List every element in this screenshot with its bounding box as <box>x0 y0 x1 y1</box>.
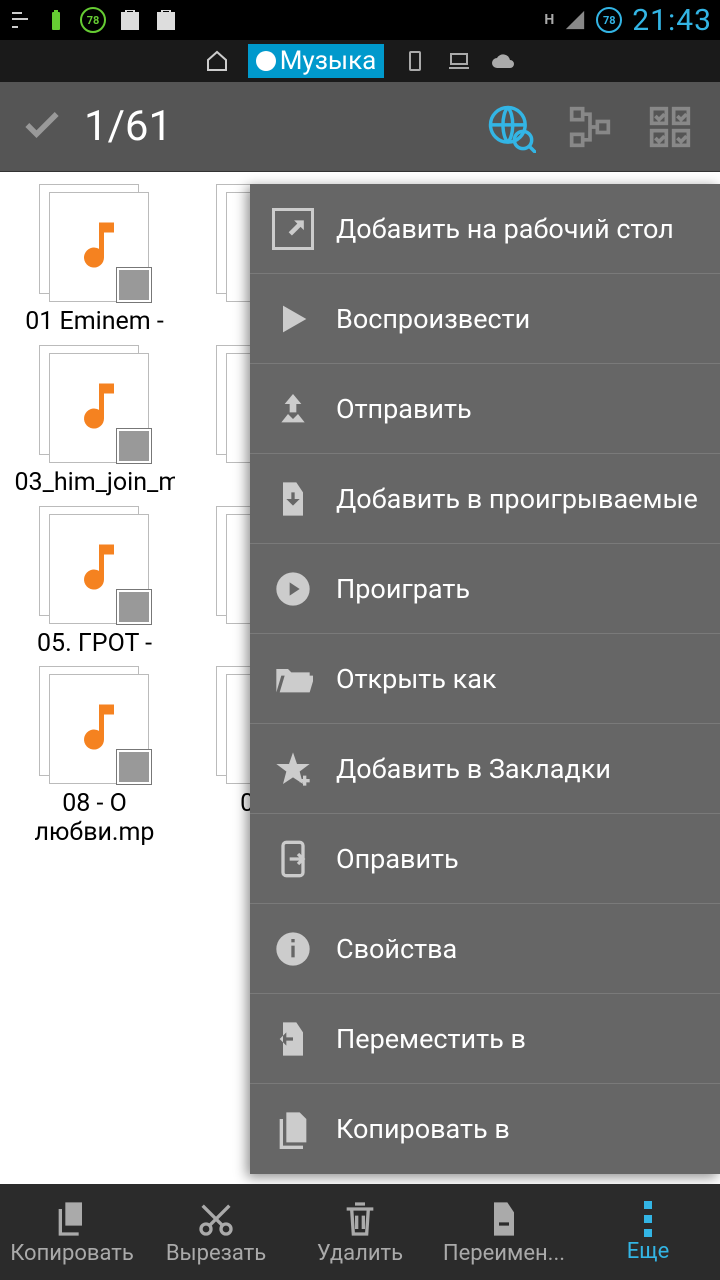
cut-label: Вырезать <box>166 1241 266 1266</box>
menu-label: Добавить в Закладки <box>336 753 611 785</box>
menu-label: Добавить в проигрываемые <box>336 483 698 515</box>
rename-icon <box>484 1199 524 1239</box>
share-icon <box>272 388 314 430</box>
tab-music[interactable]: Музыка <box>248 44 385 78</box>
menu-bookmark[interactable]: Добавить в Закладки <box>250 724 720 814</box>
bottom-toolbar: Копировать Вырезать Удалить Переимен... … <box>0 1184 720 1280</box>
home-icon[interactable] <box>204 48 230 74</box>
menu-properties[interactable]: Свойства <box>250 904 720 994</box>
menu-label: Воспроизвести <box>336 303 530 335</box>
copy-button[interactable]: Копировать <box>0 1184 144 1280</box>
star-add-icon <box>272 748 314 790</box>
menu-label: Переместить в <box>336 1023 526 1055</box>
file-thumb <box>35 184 155 304</box>
confirm-selection-icon[interactable] <box>20 103 64 151</box>
selection-box-icon <box>117 268 151 302</box>
file-thumb <box>35 506 155 626</box>
more-button[interactable]: Еще <box>576 1184 720 1280</box>
status-bar: 78 H 78 21:43 <box>0 0 720 40</box>
play-icon <box>272 298 314 340</box>
cut-icon <box>196 1199 236 1239</box>
rename-label: Переимен... <box>443 1241 565 1266</box>
menu-label: Оправить <box>336 843 459 875</box>
menu-add-to-playlist[interactable]: Добавить в проигрываемые <box>250 454 720 544</box>
network-type: H <box>544 12 554 28</box>
signal-icon <box>564 9 586 31</box>
trash-icon <box>340 1199 380 1239</box>
status-badge-1: 78 <box>80 7 106 33</box>
file-thumb <box>35 345 155 465</box>
menu-label: Открыть как <box>336 663 497 695</box>
selection-box-icon <box>117 750 151 784</box>
delete-label: Удалить <box>317 1241 403 1266</box>
tab-music-label: Музыка <box>280 46 377 76</box>
music-indicator-icon <box>256 51 276 71</box>
file-item[interactable]: 01 Eminem - <box>8 184 181 337</box>
add-playlist-icon <box>272 478 314 520</box>
menu-send-to[interactable]: Оправить <box>250 814 720 904</box>
play-circle-icon <box>272 568 314 610</box>
menu-open-as[interactable]: Открыть как <box>250 634 720 724</box>
status-icon-bag <box>118 8 142 32</box>
menu-label: Копировать в <box>336 1113 510 1145</box>
copy-to-icon <box>272 1108 314 1150</box>
status-badge-2: 78 <box>596 7 622 33</box>
copy-icon <box>52 1199 92 1239</box>
device-icon[interactable] <box>402 48 428 74</box>
info-icon <box>272 928 314 970</box>
file-item[interactable]: 05. ГРОТ - <box>8 506 181 659</box>
menu-label: Отправить <box>336 393 472 425</box>
menu-play-with[interactable]: Проиграть <box>250 544 720 634</box>
selection-bar: 1/61 <box>0 82 720 172</box>
file-item[interactable]: 03_him_join_me_in_ <box>8 345 181 498</box>
menu-label: Свойства <box>336 933 457 965</box>
search-web-icon[interactable] <box>480 97 540 157</box>
cloud-icon[interactable] <box>490 48 516 74</box>
menu-add-to-desktop[interactable]: Добавить на рабочий стол <box>250 184 720 274</box>
file-thumb <box>35 666 155 786</box>
delete-button[interactable]: Удалить <box>288 1184 432 1280</box>
view-tree-icon[interactable] <box>560 97 620 157</box>
file-name: 08 - О любви.mp <box>15 790 175 848</box>
selection-box-icon <box>117 429 151 463</box>
select-all-icon[interactable] <box>640 97 700 157</box>
menu-send[interactable]: Отправить <box>250 364 720 454</box>
menu-move-to[interactable]: Переместить в <box>250 994 720 1084</box>
selection-count: 1/61 <box>84 102 460 151</box>
more-icon <box>644 1201 652 1237</box>
computer-icon[interactable] <box>446 48 472 74</box>
file-name: 03_him_join_me_in_ <box>15 469 175 498</box>
menu-label: Добавить на рабочий стол <box>336 213 674 245</box>
copy-label: Копировать <box>10 1241 134 1266</box>
clock: 21:43 <box>632 3 712 38</box>
cut-button[interactable]: Вырезать <box>144 1184 288 1280</box>
more-label: Еще <box>627 1239 670 1264</box>
status-icon-app <box>8 8 32 32</box>
status-icon-battery <box>44 8 68 32</box>
rename-button[interactable]: Переимен... <box>432 1184 576 1280</box>
send-device-icon <box>272 838 314 880</box>
menu-label: Проиграть <box>336 573 470 605</box>
folder-open-icon <box>272 658 314 700</box>
file-grid-container: 01 Eminem -0103_him_join_me_in_0305. ГРО… <box>0 172 720 1184</box>
file-item[interactable]: 08 - О любви.mp <box>8 666 181 848</box>
move-icon <box>272 1018 314 1060</box>
location-tabs: Музыка <box>0 40 720 82</box>
file-name: 05. ГРОТ - <box>37 630 152 659</box>
context-menu: Добавить на рабочий стол Воспроизвести О… <box>250 184 720 1174</box>
menu-copy-to[interactable]: Копировать в <box>250 1084 720 1174</box>
menu-play[interactable]: Воспроизвести <box>250 274 720 364</box>
status-icon-bag-2 <box>154 8 178 32</box>
selection-box-icon <box>117 590 151 624</box>
file-name: 01 Eminem - <box>25 308 164 337</box>
shortcut-icon <box>272 208 314 250</box>
